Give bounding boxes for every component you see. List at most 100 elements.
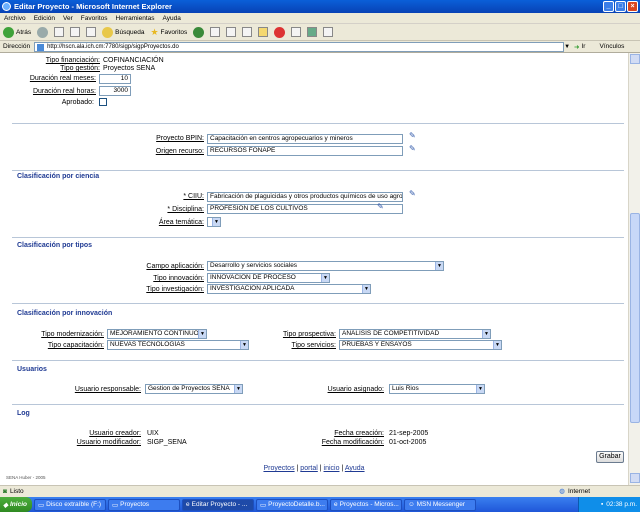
aprobado-label: Aprobado: <box>61 99 94 106</box>
tipo-investigacion-select[interactable]: INVESTIGACIÓN APLICADA ▼ <box>207 284 371 294</box>
tipo-financiacion-value: COFINANCIACIÓN <box>103 57 164 64</box>
footer-link-ayuda[interactable]: Ayuda <box>345 465 365 472</box>
address-dropdown-icon[interactable]: ▼ <box>564 44 570 50</box>
section-title-tipos: Clasificación por tipos <box>17 242 93 249</box>
back-arrow-icon <box>3 26 14 38</box>
duracion-meses-label: Duración real meses: <box>29 75 96 82</box>
menu-favoritos[interactable]: Favoritos <box>81 15 108 22</box>
close-button[interactable]: × <box>627 1 638 12</box>
go-button[interactable]: ➜ Ir <box>574 43 585 51</box>
divider <box>12 360 624 361</box>
security-zone: ◍ Internet <box>559 487 590 496</box>
menu-herramientas[interactable]: Herramientas <box>116 15 155 22</box>
page-done-icon: ◙ <box>3 488 7 495</box>
address-input[interactable]: http://hscn.ala.ich.cm:7780/sigp/sigpPro… <box>34 41 565 52</box>
usuario-creador-value: UIX <box>147 430 159 437</box>
taskbar: ◆ Inicio ▭ Disco extraíble (F:) ▭ Proyecto… <box>0 497 640 512</box>
forward-arrow-icon[interactable] <box>37 26 49 38</box>
aprobado-checkbox[interactable] <box>99 98 107 106</box>
disciplina-field[interactable]: PROFESIÓN DE LOS CULTIVOS <box>207 204 403 214</box>
scrollbar-thumb[interactable] <box>630 213 640 423</box>
menu-ver[interactable]: Ver <box>63 15 73 22</box>
fecha-modificacion-label: Fecha modificación: <box>321 439 384 446</box>
tools-icon[interactable] <box>291 27 302 37</box>
refresh-icon[interactable] <box>70 27 81 37</box>
window-title: Editar Proyecto - Microsoft Internet Exp… <box>14 2 172 11</box>
menu-edicion[interactable]: Edición <box>34 15 55 22</box>
menu-ayuda[interactable]: Ayuda <box>163 15 181 22</box>
campo-aplicacion-select[interactable]: Desarrollo y servicios sociales ▼ <box>207 261 444 271</box>
pencil-lookup-icon[interactable]: ✎ <box>409 144 421 154</box>
history-icon[interactable] <box>193 26 205 38</box>
network-icon[interactable]: ▪ <box>601 501 603 508</box>
mail-icon[interactable] <box>210 27 221 37</box>
area-tematica-select[interactable]: ▼ <box>207 217 221 227</box>
ciiu-label: * CIIU: <box>183 193 204 200</box>
tipo-servicios-label: Tipo servicios: <box>291 342 336 349</box>
search-button[interactable]: Búsqueda <box>102 26 144 38</box>
footer-link-portal[interactable]: portal <box>300 465 318 472</box>
footer-link-inicio[interactable]: inicio <box>324 465 340 472</box>
usuario-responsable-select[interactable]: Gestion de Proyectos SENA ▼ <box>145 384 243 394</box>
proyecto-bpin-field[interactable]: Capacitación en centros agropecuarios y … <box>207 134 403 144</box>
maximize-button[interactable]: □ <box>615 1 626 12</box>
tipo-capacitacion-select[interactable]: NUEVAS TECNOLOGÍAS ▼ <box>107 340 249 350</box>
tipo-prospectiva-select[interactable]: ANÁLISIS DE COMPETITIVIDAD ▼ <box>339 329 491 339</box>
folder-icon[interactable] <box>258 27 269 37</box>
origen-recurso-label: Origen recurso: <box>155 148 204 155</box>
tipo-innovacion-label: Tipo innovación: <box>153 275 204 282</box>
chevron-down-icon: ▼ <box>321 274 329 282</box>
vertical-scrollbar[interactable] <box>628 53 640 485</box>
duracion-horas-field[interactable]: 3000 <box>99 86 131 96</box>
taskbar-item[interactable]: ▭ Proyectos <box>108 498 180 511</box>
chevron-down-icon: ▼ <box>212 218 220 226</box>
pencil-lookup-icon[interactable]: ✎ <box>409 189 421 199</box>
taskbar-item[interactable]: e Proyectos - Micros... <box>330 498 402 511</box>
chevron-down-icon: ▼ <box>198 330 206 338</box>
links-toolbar[interactable]: Vínculos <box>599 43 624 50</box>
taskbar-item-active[interactable]: e Editar Proyecto - ... <box>182 498 254 511</box>
footer-link-proyectos[interactable]: Proyectos <box>263 465 294 472</box>
usuario-asignado-select[interactable]: Luis Rios ▼ <box>389 384 485 394</box>
chevron-down-icon: ▼ <box>482 330 490 338</box>
window-titlebar: Editar Proyecto - Microsoft Internet Exp… <box>0 0 640 13</box>
tipo-prospectiva-label: Tipo prospectiva: <box>282 331 336 338</box>
tipo-modernizacion-select[interactable]: MEJORAMIENTO CONTINUO ▼ <box>107 329 207 339</box>
divider <box>12 237 624 238</box>
print-icon[interactable] <box>226 27 237 37</box>
usuario-asignado-label: Usuario asignado: <box>327 386 384 393</box>
scroll-down-icon[interactable] <box>630 473 640 483</box>
usuario-responsable-label: Usuario responsable: <box>74 386 141 393</box>
block-icon[interactable] <box>274 26 286 38</box>
usuario-modificador-label: Usuario modificador: <box>76 439 141 446</box>
globe-icon: ◍ <box>559 488 565 495</box>
taskbar-item[interactable]: ☺ MSN Messenger <box>404 498 476 511</box>
minimize-button[interactable]: _ <box>603 1 614 12</box>
section-title-ciencia: Clasificación por ciencia <box>17 173 100 180</box>
start-button[interactable]: ◆ Inicio <box>0 497 32 512</box>
origen-recurso-field[interactable]: RECURSOS FONAPE <box>207 146 403 156</box>
edit-icon[interactable] <box>242 27 253 37</box>
stop-icon[interactable] <box>54 27 65 37</box>
taskbar-item[interactable]: ▭ Disco extraíble (F:) <box>34 498 106 511</box>
messenger-icon[interactable] <box>307 27 318 37</box>
taskbar-item[interactable]: ▭ ProyectoDetalle.b... <box>256 498 328 511</box>
system-tray: ▪ 02:38 p.m. <box>578 497 640 512</box>
pencil-lookup-icon[interactable]: ✎ <box>409 131 421 141</box>
home-icon[interactable] <box>86 27 97 37</box>
menu-archivo[interactable]: Archivo <box>4 15 26 22</box>
status-text: Listo <box>9 488 24 495</box>
windows-logo-icon: ◆ <box>3 501 8 509</box>
tipo-servicios-select[interactable]: PRUEBAS Y ENSAYOS ▼ <box>339 340 502 350</box>
favorites-button[interactable]: ★ Favoritos <box>150 27 187 38</box>
clock[interactable]: 02:38 p.m. <box>606 501 637 508</box>
scroll-up-icon[interactable] <box>630 54 640 64</box>
grabar-button[interactable]: Grabar <box>596 451 624 463</box>
research-icon[interactable] <box>323 27 334 37</box>
duracion-meses-field[interactable]: 10 <box>99 74 131 84</box>
pencil-lookup-icon[interactable]: ✎ <box>377 202 389 212</box>
back-button[interactable]: Atrás <box>3 26 31 38</box>
ciiu-field[interactable]: Fabricación de plaguicidas y otros produ… <box>207 192 403 202</box>
fecha-creacion-label: Fecha creación: <box>334 430 384 437</box>
tipo-innovacion-select[interactable]: INNOVACIÓN DE PROCESO ▼ <box>207 273 330 283</box>
